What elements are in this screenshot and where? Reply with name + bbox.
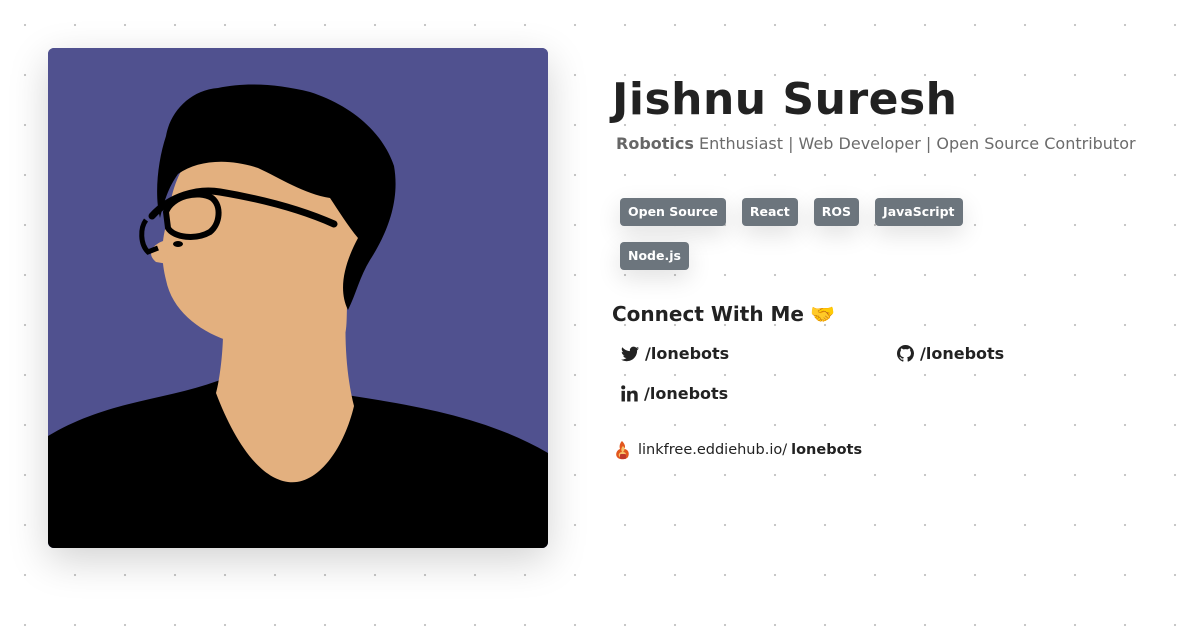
linkfree-logo — [616, 441, 629, 460]
github-icon — [897, 345, 914, 362]
connect-heading-text: Connect With Me — [612, 302, 804, 326]
tag-ros[interactable]: ROS — [813, 198, 860, 226]
tag-javascript[interactable]: JavaScript — [875, 198, 963, 226]
github-link[interactable]: /lonebots — [897, 344, 1004, 363]
linkedin-icon — [621, 385, 638, 402]
linkfree-username: lonebots — [791, 442, 863, 458]
linkfree-link[interactable]: linkfree.eddiehub.io/lonebots — [614, 440, 862, 460]
profile-avatar — [48, 48, 548, 548]
linkedin-handle: /lonebots — [644, 384, 729, 403]
tag-open-source[interactable]: Open Source — [620, 198, 726, 226]
avatar-illustration — [48, 48, 548, 548]
github-handle: /lonebots — [920, 344, 1005, 363]
handshake-icon: 🤝 — [809, 302, 835, 326]
tag-react[interactable]: React — [741, 198, 798, 226]
twitter-handle: /lonebots — [645, 344, 730, 363]
profile-tagline: Robotics Enthusiast | Web Developer | Op… — [616, 134, 1172, 153]
twitter-link[interactable]: /lonebots — [621, 344, 729, 363]
skill-tags: Open Source React ROS JavaScript Node.js — [620, 198, 980, 270]
tagline-text: Enthusiast | Web Developer | Open Source… — [693, 134, 1136, 153]
profile-name: Jishnu Suresh — [612, 74, 958, 125]
linkedin-link[interactable]: /lonebots — [621, 384, 728, 403]
profile-content: Jishnu Suresh Robotics Enthusiast | Web … — [612, 70, 1172, 460]
twitter-icon — [621, 346, 639, 361]
tag-nodejs[interactable]: Node.js — [620, 242, 689, 270]
linkfree-prefix: linkfree.eddiehub.io/ — [638, 442, 788, 458]
tagline-highlight: Robotics — [616, 134, 694, 153]
connect-heading: Connect With Me 🤝 — [612, 302, 835, 326]
